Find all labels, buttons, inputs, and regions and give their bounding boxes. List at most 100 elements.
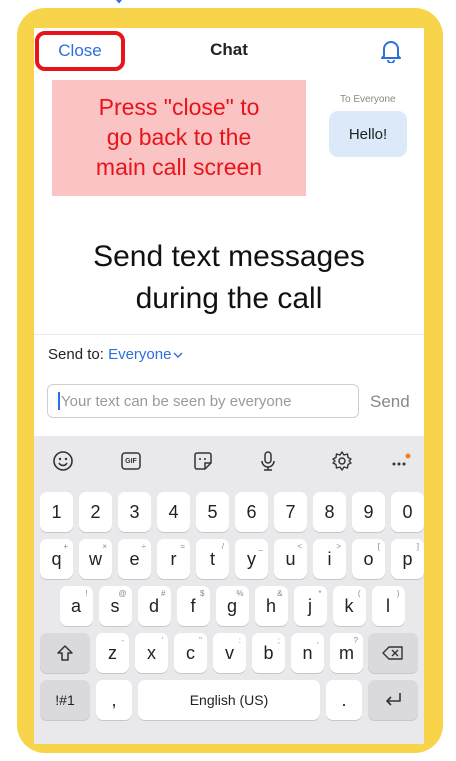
send-to-row: Send to: Everyone [48,346,183,363]
key-secondary-label: : [238,636,241,645]
key-label: b [263,642,274,663]
enter-key[interactable] [368,680,418,720]
key-y[interactable]: y _ [235,539,268,579]
key-label: . [341,689,347,710]
shift-key[interactable] [40,633,90,673]
key-label: 6 [246,501,257,522]
keyboard: GIF 1 2 3 4 5 6 7 8 9 0 q + w × e ÷ r = t / y _ u < i > o[p] a! s @ d #… [34,436,424,744]
key-8[interactable]: 8 [313,492,346,532]
key-secondary-label: × [102,542,107,551]
key-secondary-label: = [180,542,185,551]
key-secondary-label: @ [118,589,127,598]
instruction-annotation: Press "close" to go back to the main cal… [52,80,306,196]
key-label: s [110,595,120,616]
keyboard-toolbar: GIF [34,436,424,486]
key-secondary-label: # [161,589,166,598]
key-n[interactable]: n, [291,633,324,673]
key-label: h [265,595,276,616]
key-label: 2 [90,501,101,522]
key-label: q [51,548,62,569]
chat-screen: Close Chat Press "close" to go back to t… [34,28,424,744]
send-to-selector[interactable]: Everyone [108,346,183,363]
key-secondary-label: ? [353,636,358,645]
key-x[interactable]: x ' [135,633,168,673]
caption-line: during the call [135,282,323,315]
space-key[interactable]: English (US) [138,680,320,720]
key-label: c [186,642,195,663]
backspace-key[interactable] [368,633,418,673]
key-b[interactable]: b; [252,633,285,673]
key-secondary-label: / [221,542,224,551]
key-secondary-label: + [63,542,68,551]
key-label: d [148,595,159,616]
key-c[interactable]: c " [174,633,207,673]
key-9[interactable]: 9 [352,492,385,532]
key-v[interactable]: v: [213,633,246,673]
microphone-icon[interactable] [255,448,281,474]
key-label: , [111,689,117,710]
gif-icon[interactable]: GIF [118,448,144,474]
top-arrow-icon [112,0,126,6]
period-key[interactable]: . [326,680,362,720]
key-4[interactable]: 4 [157,492,190,532]
bell-icon[interactable] [380,39,402,64]
key-3[interactable]: 3 [118,492,151,532]
key-e[interactable]: e ÷ [118,539,151,579]
message-text: Hello! [348,125,388,143]
key-secondary-label: ! [85,589,88,598]
key-g[interactable]: g% [215,586,249,626]
emoji-icon[interactable] [50,448,76,474]
key-label: p [402,548,413,569]
key-label: l [386,595,390,616]
message-input[interactable]: Your text can be seen by everyone [47,384,359,418]
key-label: 5 [207,501,218,522]
key-a[interactable]: a! [59,586,93,626]
key-1[interactable]: 1 [40,492,73,532]
key-l[interactable]: l) [371,586,405,626]
page-title: Chat [210,40,248,59]
key-q[interactable]: q + [40,539,73,579]
key-p[interactable]: p] [391,539,424,579]
key-t[interactable]: t / [196,539,229,579]
send-button[interactable]: Send [370,392,410,412]
key-6[interactable]: 6 [235,492,268,532]
chat-header: Close Chat [34,28,424,74]
key-f[interactable]: f $ [176,586,210,626]
settings-icon[interactable] [329,448,355,474]
key-label: 0 [402,501,413,522]
key-label: English (US) [189,692,269,708]
key-2[interactable]: 2 [79,492,112,532]
key-w[interactable]: w × [79,539,112,579]
key-k[interactable]: k( [332,586,366,626]
comma-key[interactable]: , [96,680,132,720]
key-d[interactable]: d # [137,586,171,626]
key-label: 1 [51,501,62,522]
key-secondary-label: ' [161,636,163,645]
key-label: u [285,548,296,569]
key-h[interactable]: h & [254,586,288,626]
key-5[interactable]: 5 [196,492,229,532]
key-secondary-label: ( [357,589,361,598]
key-label: j [308,595,312,616]
key-secondary-label: % [236,589,244,598]
key-secondary-label: * [318,589,322,598]
key-u[interactable]: u < [274,539,307,579]
sticker-icon[interactable] [190,448,216,474]
key-s[interactable]: s @ [98,586,132,626]
more-icon[interactable] [388,448,414,474]
symbols-key[interactable]: !#1 [40,680,90,720]
key-i[interactable]: i > [313,539,346,579]
divider [34,334,424,335]
key-o[interactable]: o[ [352,539,385,579]
key-secondary-label: $ [200,589,205,598]
key-label: r [170,548,177,569]
key-r[interactable]: r = [157,539,190,579]
key-j[interactable]: j * [293,586,327,626]
annotation-line: main call screen [95,154,263,180]
key-m[interactable]: m? [330,633,363,673]
key-7[interactable]: 7 [274,492,307,532]
key-z[interactable]: z- [96,633,129,673]
key-0[interactable]: 0 [391,492,424,532]
key-label: !#1 [55,692,75,708]
key-label: z [108,642,117,663]
